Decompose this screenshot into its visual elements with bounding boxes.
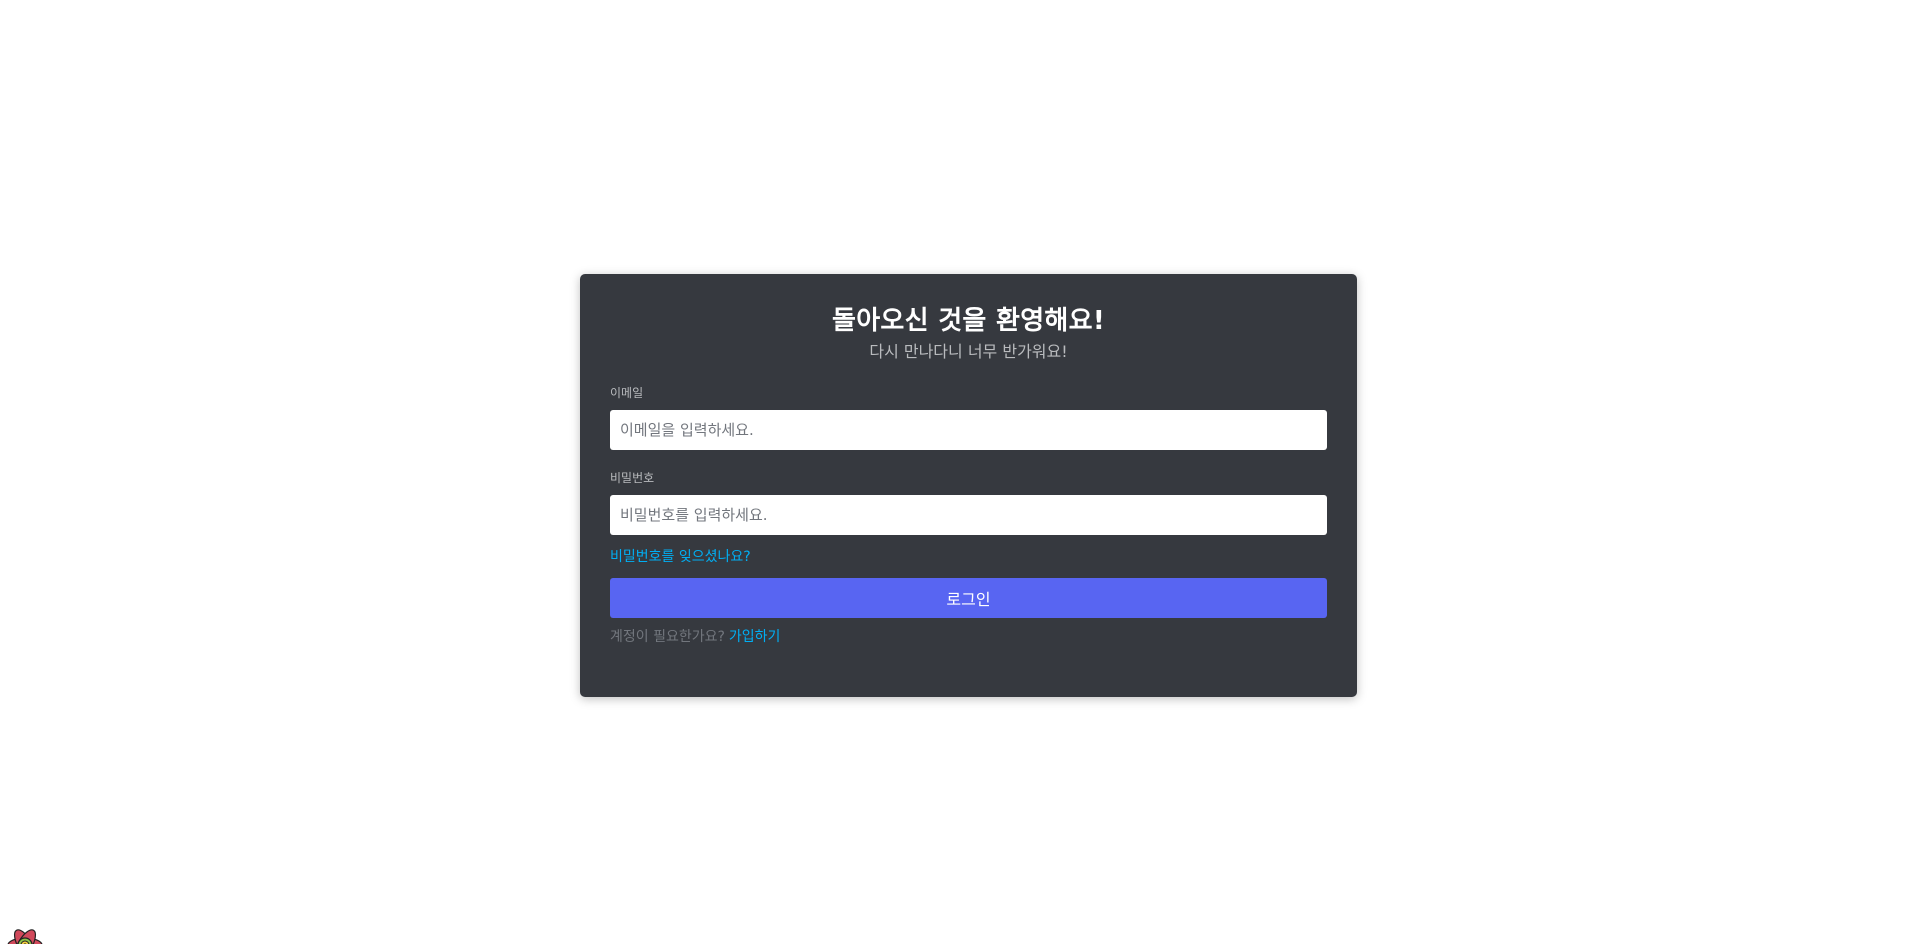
register-link[interactable]: 가입하기 [729, 629, 781, 645]
register-prompt: 계정이 필요한가요? [610, 629, 725, 645]
login-button[interactable]: 로그인 [610, 578, 1327, 618]
register-row: 계정이 필요한가요? 가입하기 [610, 627, 1327, 647]
email-field[interactable] [610, 410, 1327, 450]
react-query-devtools-flower-icon[interactable] [4, 924, 46, 944]
forgot-password-link[interactable]: 비밀번호를 잊으셨나요? [610, 548, 751, 566]
page: 돌아오신 것을 환영해요! 다시 만나다니 너무 반가워요! 이메일 비밀번호 … [0, 0, 1914, 944]
login-card: 돌아오신 것을 환영해요! 다시 만나다니 너무 반가워요! 이메일 비밀번호 … [580, 274, 1357, 697]
password-field[interactable] [610, 495, 1327, 535]
page-title: 돌아오신 것을 환영해요! [831, 306, 1106, 336]
password-label: 비밀번호 [610, 471, 655, 485]
email-label: 이메일 [610, 386, 644, 400]
page-subtitle: 다시 만나다니 너무 반가워요! [869, 342, 1068, 361]
